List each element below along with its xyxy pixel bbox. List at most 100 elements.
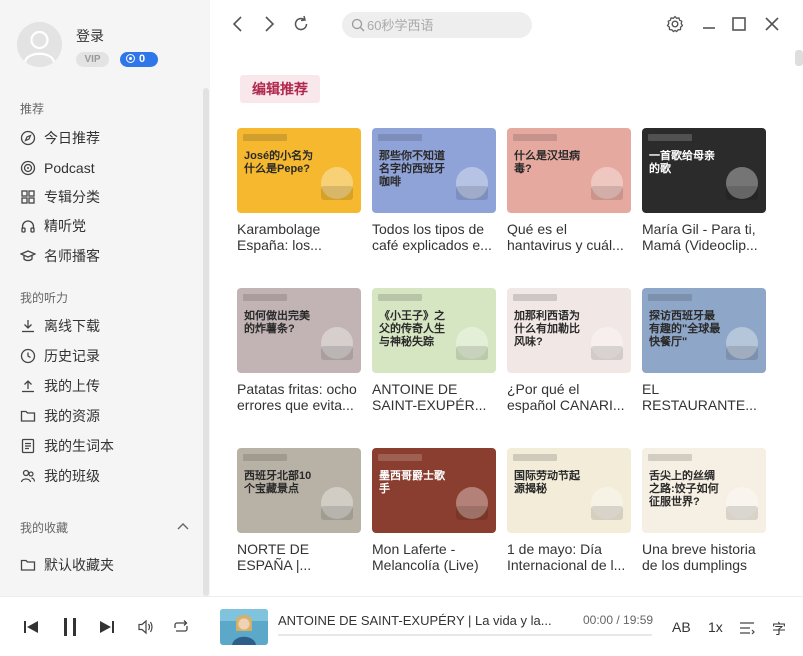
card-thumbnail[interactable]: 如何做出完美的炸薯条? (237, 288, 361, 373)
card-title: Karambolage España: los... (237, 221, 322, 253)
sidebar-item-teachers[interactable]: 名师播客 (20, 245, 190, 267)
duration: 19:59 (623, 613, 654, 627)
content-card[interactable]: 那些你不知道名字的西班牙咖啡 Todos los tipos de café ex… (372, 128, 496, 253)
sidebar: 登录 VIP 0 推荐 今日推荐 Podcast 专辑分类 精听党 名师播客 我… (0, 0, 210, 596)
close-button[interactable] (762, 14, 782, 34)
content-scrollbar[interactable] (795, 50, 803, 66)
pause-icon (64, 618, 76, 636)
pause-button[interactable] (61, 617, 79, 637)
vip-badge[interactable]: VIP (76, 52, 109, 67)
sidebar-item-default-favorites[interactable]: 默认收藏夹 (20, 554, 190, 576)
card-title: Todos los tipos de café explicados e... (372, 221, 492, 253)
card-thumbnail[interactable]: 舌尖上的丝绸之路:饺子如何征服世界? (642, 448, 766, 533)
section-title-listening: 我的听力 (20, 291, 69, 305)
folder-icon (20, 408, 36, 424)
refresh-button[interactable] (291, 14, 311, 34)
time-display: 00:00 / 19:59 (583, 613, 654, 627)
sidebar-item-label: 名师播客 (44, 248, 100, 264)
forward-button[interactable] (259, 14, 279, 34)
progress-bar[interactable] (278, 634, 652, 636)
sidebar-item-classes[interactable]: 我的班级 (20, 465, 190, 487)
minimize-button[interactable] (699, 14, 719, 34)
avatar[interactable] (17, 22, 62, 67)
maximize-button[interactable] (729, 14, 749, 34)
track-cover-image[interactable] (220, 609, 268, 645)
back-button[interactable] (228, 14, 248, 34)
track-title: ANTOINE DE SAINT-EXUPÉRY | La vida y la.… (278, 613, 552, 628)
repeat-button[interactable] (172, 619, 190, 635)
card-thumbnail[interactable]: 西班牙北部10个宝藏景点 (237, 448, 361, 533)
login-link[interactable]: 登录 (76, 26, 104, 46)
card-thumbnail-text: 那些你不知道名字的西班牙咖啡 (379, 150, 445, 188)
editor-picks-tag[interactable]: 编辑推荐 (240, 75, 320, 103)
main-content: 编辑推荐 José的小名为什么是Pepe? Karambolage España:… (210, 50, 803, 596)
sidebar-scrollbar[interactable] (203, 88, 209, 596)
close-icon (765, 17, 779, 31)
card-thumbnail[interactable]: 墨西哥爵士歌手 (372, 448, 496, 533)
card-thumbnail[interactable]: 《小王子》之父的传奇人生与神秘失踪 (372, 288, 496, 373)
app-window: 登录 VIP 0 推荐 今日推荐 Podcast 专辑分类 精听党 名师播客 我… (0, 0, 803, 656)
sidebar-item-categories[interactable]: 专辑分类 (20, 186, 190, 208)
coin-icon (126, 54, 135, 63)
content-card[interactable]: 墨西哥爵士歌手 Mon Laferte - Melancolía (Live) (372, 448, 496, 573)
content-card[interactable]: 如何做出完美的炸薯条? Patatas fritas: ocho errores … (237, 288, 361, 413)
podcast-icon (20, 160, 36, 176)
gear-icon (666, 15, 684, 33)
card-title: ¿Por qué el español CANARI... (507, 381, 625, 413)
skip-back-icon (24, 621, 38, 633)
sidebar-item-history[interactable]: 历史记录 (20, 345, 190, 367)
playlist-icon (740, 622, 755, 635)
card-thumbnail-text: 如何做出完美的炸薯条? (244, 310, 310, 335)
card-thumbnail[interactable]: 什么是汉坦病毒? (507, 128, 631, 213)
next-button[interactable] (98, 619, 116, 635)
content-card[interactable]: 什么是汉坦病毒? Qué es el hantavirus y cuál... (507, 128, 631, 253)
content-card[interactable]: 《小王子》之父的传奇人生与神秘失踪 ANTOINE DE SAINT-EXUPÉR… (372, 288, 496, 413)
sidebar-item-podcast[interactable]: Podcast (20, 157, 190, 179)
chevron-up-icon[interactable] (176, 519, 190, 531)
settings-button[interactable] (665, 14, 685, 34)
refresh-icon (294, 15, 308, 31)
card-thumbnail[interactable]: 那些你不知道名字的西班牙咖啡 (372, 128, 496, 213)
sidebar-item-resources[interactable]: 我的资源 (20, 405, 190, 427)
sidebar-item-label: 离线下载 (44, 318, 100, 334)
sidebar-item-vocabulary[interactable]: 我的生词本 (20, 435, 190, 457)
card-thumbnail-text: 西班牙北部10个宝藏景点 (244, 470, 312, 495)
sidebar-item-today[interactable]: 今日推荐 (20, 127, 190, 149)
clock-icon (20, 348, 36, 364)
card-title: Patatas fritas: ocho errores que evita..… (237, 381, 357, 413)
sidebar-item-intensive[interactable]: 精听党 (20, 215, 190, 237)
card-thumbnail[interactable]: 一首歌给母亲的歌 (642, 128, 766, 213)
content-card[interactable]: 国际劳动节起源揭秘 1 de mayo: Día Internacional de… (507, 448, 631, 573)
section-title-favorites: 我的收藏 (20, 521, 69, 535)
graduation-cap-icon (20, 248, 36, 264)
card-thumbnail[interactable]: 探访西班牙最有趣的"全球最快餐厅" (642, 288, 766, 373)
speed-button[interactable]: 1x (708, 619, 723, 635)
playlist-button[interactable] (739, 621, 755, 635)
subtitle-button[interactable]: 字 (772, 619, 786, 639)
card-title: NORTE DE ESPAÑA |... (237, 541, 312, 573)
sidebar-item-label: 默认收藏夹 (44, 557, 114, 573)
sidebar-item-uploads[interactable]: 我的上传 (20, 375, 190, 397)
card-thumbnail[interactable]: José的小名为什么是Pepe? (237, 128, 361, 213)
volume-button[interactable] (137, 619, 155, 635)
sidebar-item-downloads[interactable]: 离线下载 (20, 315, 190, 337)
content-card[interactable]: 探访西班牙最有趣的"全球最快餐厅" EL RESTAURANTE... (642, 288, 766, 413)
previous-button[interactable] (22, 619, 40, 635)
coin-badge[interactable]: 0 (120, 52, 158, 67)
ab-repeat-button[interactable]: AB (672, 619, 691, 635)
content-card[interactable]: 舌尖上的丝绸之路:饺子如何征服世界? Una breve historia de … (642, 448, 766, 573)
content-card[interactable]: 一首歌给母亲的歌 María Gil - Para ti, Mamá (Video… (642, 128, 766, 253)
content-card[interactable]: 加那利西语为什么有加勒比风味? ¿Por qué el español CANAR… (507, 288, 631, 413)
content-card[interactable]: José的小名为什么是Pepe? Karambolage España: los.… (237, 128, 361, 253)
card-thumbnail[interactable]: 加那利西语为什么有加勒比风味? (507, 288, 631, 373)
player-bar: ANTOINE DE SAINT-EXUPÉRY | La vida y la.… (0, 596, 803, 656)
sidebar-item-label: 我的上传 (44, 378, 100, 394)
sidebar-item-label: 专辑分类 (44, 189, 100, 205)
content-card[interactable]: 西班牙北部10个宝藏景点 NORTE DE ESPAÑA |... (237, 448, 361, 573)
folder-icon (20, 557, 36, 573)
search-input[interactable] (367, 16, 527, 34)
user-panel[interactable]: 登录 VIP 0 (17, 22, 197, 72)
search-box[interactable] (342, 12, 532, 38)
sidebar-item-label: 精听党 (44, 218, 86, 234)
card-thumbnail[interactable]: 国际劳动节起源揭秘 (507, 448, 631, 533)
